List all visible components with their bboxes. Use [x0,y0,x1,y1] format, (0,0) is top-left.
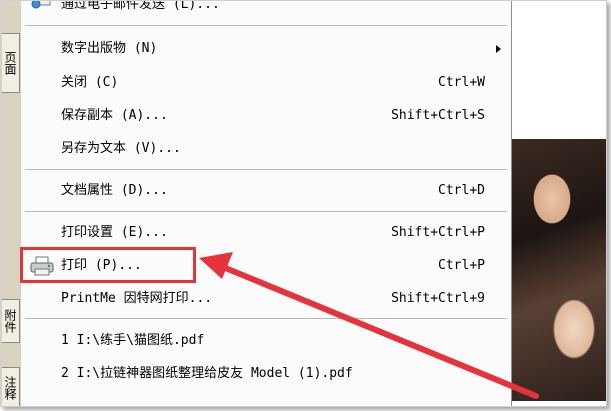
file-menu: 通过电子邮件发送 (L)... 数字出版物 (N) 关闭 (C) Ctrl+W … [21,1,512,406]
menu-separator [25,169,507,171]
chevron-right-icon [496,45,501,53]
menu-item-send-email[interactable]: 通过电子邮件发送 (L)... [21,0,511,19]
menu-item-shortcut: Ctrl+W [438,75,485,90]
menu-item-shortcut: Ctrl+D [438,183,485,198]
side-panel-strip: 页面 附件 注释 [1,1,22,406]
screenshot-frame: 页面 附件 注释 通过电子邮件发送 (L)... 数字出版物 (N) 关闭 (C… [0,0,607,407]
menu-item-label: 数字出版物 (N) [61,41,158,56]
menu-item-label: PrintMe 因特网打印... [61,291,213,306]
menu-item-save-as-text[interactable]: 另存为文本 (V)... [21,134,511,164]
tab-comments[interactable]: 注释 [2,367,20,406]
menu-item-label: 1 I:\练手\猫图纸.pdf [61,333,205,348]
menu-item-shortcut: Shift+Ctrl+S [391,108,485,123]
menu-item-label: 另存为文本 (V)... [61,141,181,156]
menu-item-save-copy[interactable]: 保存副本 (A)... Shift+Ctrl+S [21,101,511,131]
menu-item-shortcut: Ctrl+P [438,258,485,273]
menu-item-label: 打印设置 (E)... [61,225,168,240]
menu-item-shortcut: Shift+Ctrl+P [391,225,485,240]
menu-item-print[interactable]: 打印 (P)... Ctrl+P [21,251,511,281]
menu-item-print-setup[interactable]: 打印设置 (E)... Shift+Ctrl+P [21,218,511,248]
menu-item-shortcut: Shift+Ctrl+9 [391,291,485,306]
menu-item-recent-file-3[interactable] [21,393,511,406]
menu-item-label: 打印 (P)... [61,258,142,273]
menu-item-printme[interactable]: PrintMe 因特网打印... Shift+Ctrl+9 [21,284,511,314]
menu-item-label: 2 I:\拉链神器图纸整理给皮友 Model (1).pdf [61,366,353,381]
printer-icon [30,256,54,276]
tab-pages[interactable]: 页面 [2,33,20,93]
menu-item-recent-file-2[interactable]: 2 I:\拉链神器图纸整理给皮友 Model (1).pdf [21,359,511,389]
menu-item-close[interactable]: 关闭 (C) Ctrl+W [21,68,511,98]
mail-icon [31,1,51,9]
menu-item-recent-file-1[interactable]: 1 I:\练手\猫图纸.pdf [21,326,511,356]
menu-item-document-properties[interactable]: 文档属性 (D)... Ctrl+D [21,176,511,206]
menu-item-label: 保存副本 (A)... [61,108,168,123]
menu-item-label: 关闭 (C) [61,75,119,90]
menu-separator [25,25,507,27]
menu-item-label: 通过电子邮件发送 (L)... [61,0,220,12]
menu-separator [25,211,507,213]
tab-attachments[interactable]: 附件 [2,299,20,343]
document-photo [512,139,606,401]
document-view [512,1,606,406]
menu-separator [25,318,507,320]
menu-item-label: 文档属性 (D)... [61,183,168,198]
menu-item-digital-editions[interactable]: 数字出版物 (N) [21,34,511,64]
